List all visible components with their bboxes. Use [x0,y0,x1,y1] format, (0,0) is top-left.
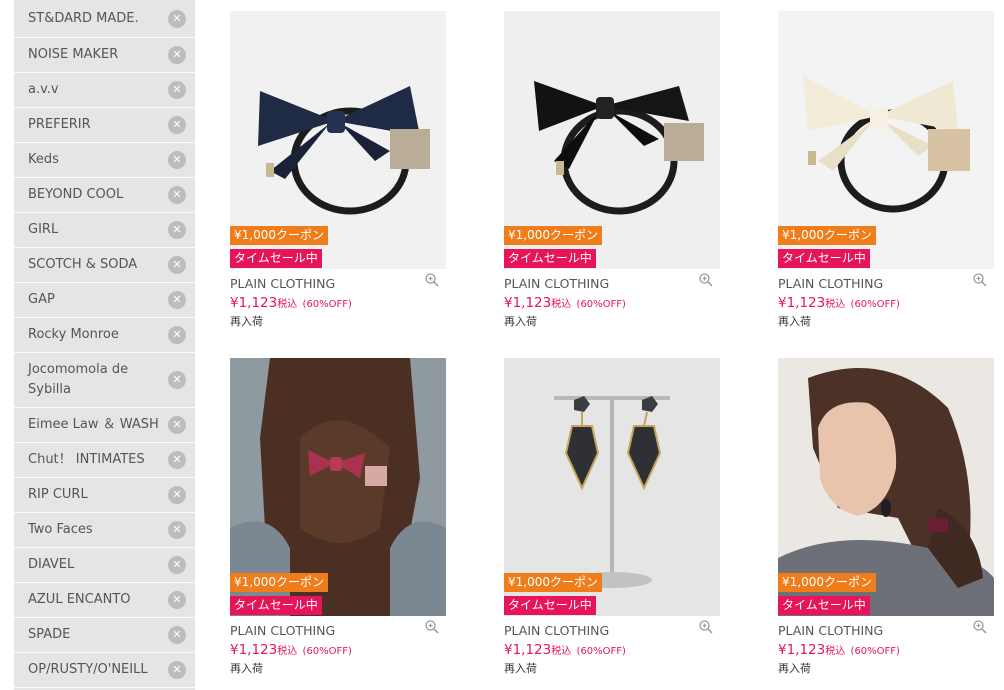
zoom-icon[interactable] [424,272,440,288]
discount-label: (60%OFF) [576,299,626,310]
time-sale-badge: タイムセール中 [230,249,322,268]
time-sale-badge: タイムセール中 [778,249,870,268]
discount-label: (60%OFF) [850,646,900,657]
product-brand: PLAIN CLOTHING [504,272,720,293]
time-sale-badge: タイムセール中 [504,249,596,268]
discount-label: (60%OFF) [850,299,900,310]
product-brand: PLAIN CLOTHING [778,272,994,293]
coupon-badge: ¥1,000クーポン [504,226,602,245]
tax-included-label: 税込 [277,299,298,310]
discount-label: (60%OFF) [302,646,352,657]
product-brand: PLAIN CLOTHING [504,619,720,640]
time-sale-badge: タイムセール中 [504,596,596,615]
price-value: ¥1,123 [230,642,278,658]
product-price: ¥1,123税込 (60%OFF) [504,640,720,660]
product-price: ¥1,123税込 (60%OFF) [230,293,446,313]
restock-label: 再入荷 [778,315,811,328]
coupon-badge: ¥1,000クーポン [778,226,876,245]
product-image[interactable]: ¥1,000クーポン タイムセール中 [504,358,720,616]
tax-included-label: 税込 [825,299,846,310]
time-sale-badge: タイムセール中 [778,596,870,615]
coupon-badge: ¥1,000クーポン [230,226,328,245]
zoom-icon[interactable] [424,619,440,635]
product-brand-label: PLAIN CLOTHING [778,623,884,638]
product-brand: PLAIN CLOTHING [778,619,994,640]
product-brand-label: PLAIN CLOTHING [230,623,336,638]
restock-label: 再入荷 [504,315,537,328]
tax-included-label: 税込 [825,646,846,657]
coupon-badge: ¥1,000クーポン [230,573,328,592]
product-brand-label: PLAIN CLOTHING [504,276,610,291]
product-card[interactable]: ¥1,000クーポン タイムセール中 PLAIN CLOTHING ¥1,123… [778,358,994,678]
price-value: ¥1,123 [504,642,552,658]
product-price: ¥1,123税込 (60%OFF) [504,293,720,313]
product-image[interactable]: ¥1,000クーポン タイムセール中 [230,11,446,269]
restock-label: 再入荷 [778,662,811,675]
coupon-badge: ¥1,000クーポン [504,573,602,592]
price-value: ¥1,123 [778,295,826,311]
product-grid: ¥1,000クーポン タイムセール中 PLAIN CLOTHING ¥1,123… [0,0,1004,690]
tax-included-label: 税込 [551,646,572,657]
product-image[interactable]: ¥1,000クーポン タイムセール中 [230,358,446,616]
product-card[interactable]: ¥1,000クーポン タイムセール中 PLAIN CLOTHING ¥1,123… [778,11,994,331]
product-brand: PLAIN CLOTHING [230,619,446,640]
product-image[interactable]: ¥1,000クーポン タイムセール中 [778,358,994,616]
price-value: ¥1,123 [778,642,826,658]
tax-included-label: 税込 [551,299,572,310]
discount-label: (60%OFF) [302,299,352,310]
tax-included-label: 税込 [277,646,298,657]
zoom-icon[interactable] [698,619,714,635]
discount-label: (60%OFF) [576,646,626,657]
product-brand-label: PLAIN CLOTHING [230,276,336,291]
product-price: ¥1,123税込 (60%OFF) [778,293,994,313]
coupon-badge: ¥1,000クーポン [778,573,876,592]
restock-label: 再入荷 [230,662,263,675]
zoom-icon[interactable] [698,272,714,288]
product-price: ¥1,123税込 (60%OFF) [230,640,446,660]
restock-label: 再入荷 [230,315,263,328]
product-brand: PLAIN CLOTHING [230,272,446,293]
product-price: ¥1,123税込 (60%OFF) [778,640,994,660]
zoom-icon[interactable] [972,619,988,635]
price-value: ¥1,123 [230,295,278,311]
product-brand-label: PLAIN CLOTHING [778,276,884,291]
restock-label: 再入荷 [504,662,537,675]
product-card[interactable]: ¥1,000クーポン タイムセール中 PLAIN CLOTHING ¥1,123… [504,11,720,331]
product-image[interactable]: ¥1,000クーポン タイムセール中 [504,11,720,269]
product-card[interactable]: ¥1,000クーポン タイムセール中 PLAIN CLOTHING ¥1,123… [230,358,446,678]
time-sale-badge: タイムセール中 [230,596,322,615]
price-value: ¥1,123 [504,295,552,311]
product-brand-label: PLAIN CLOTHING [504,623,610,638]
zoom-icon[interactable] [972,272,988,288]
product-card[interactable]: ¥1,000クーポン タイムセール中 PLAIN CLOTHING ¥1,123… [230,11,446,331]
product-card[interactable]: ¥1,000クーポン タイムセール中 PLAIN CLOTHING ¥1,123… [504,358,720,678]
product-image[interactable]: ¥1,000クーポン タイムセール中 [778,11,994,269]
